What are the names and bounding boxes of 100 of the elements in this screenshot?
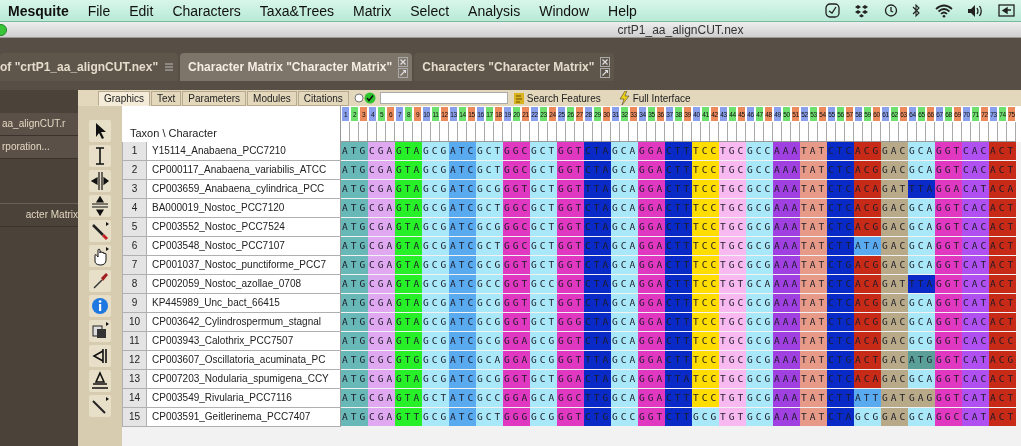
codon-cell[interactable]: TCC (692, 275, 719, 293)
codon-cell[interactable]: TGC (719, 332, 746, 350)
codon-cell[interactable]: GCA (908, 161, 935, 179)
codon-cell[interactable]: TCC (692, 142, 719, 160)
taxon-name[interactable]: BA000019_Nostoc_PCC7120 (147, 199, 341, 218)
codon-cell[interactable]: ATC (449, 237, 476, 255)
codon-cell[interactable]: GGT (935, 218, 962, 236)
codon-cell[interactable]: GGT (557, 142, 584, 160)
codon-cell[interactable]: GCA (611, 142, 638, 160)
codon-cell[interactable]: GTA (395, 218, 422, 236)
codon-cell[interactable]: GGT (557, 332, 584, 350)
search-features-link[interactable]: Search Features (526, 92, 601, 104)
codon-cell[interactable]: CAT (962, 408, 989, 426)
codon-cell[interactable]: GCG (422, 161, 449, 179)
codon-cell[interactable]: GGT (557, 256, 584, 274)
row-number[interactable]: 3 (122, 180, 147, 199)
codon-cell[interactable]: GGT (935, 256, 962, 274)
codon-cell[interactable]: GCG (422, 294, 449, 312)
codon-cell[interactable]: GTT (395, 408, 422, 426)
codon-cell[interactable]: GCA (611, 199, 638, 217)
codon-cell[interactable]: GCG (746, 351, 773, 369)
codon-cell[interactable]: ATG (341, 142, 368, 160)
codon-cell[interactable]: TCC (692, 161, 719, 179)
codon-cell[interactable]: ATG (341, 199, 368, 217)
codon-cell[interactable]: TAT (800, 237, 827, 255)
codon-cell[interactable]: GGT (557, 275, 584, 293)
menu-item[interactable]: Analysis (468, 2, 521, 19)
row-number[interactable]: 11 (122, 332, 147, 351)
codon-cell[interactable]: CAT (962, 256, 989, 274)
codon-cell[interactable]: GGA (557, 370, 584, 388)
codon-cell[interactable]: GCA (611, 351, 638, 369)
codon-cell[interactable]: ATG (341, 275, 368, 293)
codon-cell[interactable]: GAC (881, 313, 908, 331)
codon-cell[interactable]: GTA (395, 370, 422, 388)
codon-cell[interactable]: GCG (422, 218, 449, 236)
codon-cell[interactable]: GCT (530, 218, 557, 236)
codon-cell[interactable]: GCG (746, 256, 773, 274)
codon-cell[interactable]: GGT (557, 237, 584, 255)
close-icon[interactable] (600, 56, 611, 67)
codon-cell[interactable]: GCG (746, 370, 773, 388)
codon-cell[interactable]: CAC (962, 199, 989, 217)
codon-cell[interactable]: GGG (503, 408, 530, 426)
codon-cell[interactable]: GGC (557, 389, 584, 407)
codon-cell[interactable]: GCG (530, 351, 557, 369)
codon-cell[interactable]: CGA (368, 275, 395, 293)
codon-cell[interactable]: GCA (611, 256, 638, 274)
codon-cell[interactable]: GCG (476, 218, 503, 236)
codon-cell[interactable]: GCT (530, 256, 557, 274)
codon-cell[interactable]: TGC (719, 256, 746, 274)
codon-cell[interactable]: GCA (611, 294, 638, 312)
codon-cell[interactable]: GGT (935, 275, 962, 293)
row-number[interactable]: 12 (122, 351, 147, 370)
codon-cell[interactable]: GGT (503, 294, 530, 312)
codon-cell[interactable]: GAC (881, 370, 908, 388)
codon-cell[interactable]: CGA (368, 180, 395, 198)
diamonds-icon[interactable] (854, 3, 869, 18)
codon-cell[interactable]: CGA (368, 161, 395, 179)
taxon-name[interactable]: CP003549_Rivularia_PCC7116 (147, 389, 341, 408)
codon-cell[interactable]: GCT (476, 408, 503, 426)
taxon-name[interactable]: CP003591_Geitlerinema_PCC7407 (147, 408, 341, 427)
codon-cell[interactable]: CAC (962, 142, 989, 160)
text-cursor-icon[interactable] (89, 145, 111, 167)
bluetooth-icon[interactable] (912, 3, 921, 18)
hand-icon[interactable] (89, 245, 111, 267)
codon-cell[interactable]: TCC (692, 218, 719, 236)
close-icon[interactable] (398, 56, 409, 67)
app-menu[interactable]: Mesquite (8, 2, 69, 19)
codon-cell[interactable]: TAT (800, 161, 827, 179)
taxon-name[interactable]: CP003642_Cylindrospermum_stagnal (147, 313, 341, 332)
codon-cell[interactable]: GGA (503, 332, 530, 350)
codon-cell[interactable]: TAT (800, 180, 827, 198)
codon-cell[interactable]: GCG (422, 142, 449, 160)
codon-cell[interactable]: GTA (395, 180, 422, 198)
codon-cell[interactable]: GTA (395, 389, 422, 407)
codon-cell[interactable]: GGA (638, 142, 665, 160)
row-number[interactable]: 2 (122, 161, 147, 180)
taxon-name[interactable]: CP003607_Oscillatoria_acuminata_PC (147, 351, 341, 370)
codon-cell[interactable]: GCA (908, 142, 935, 160)
codon-cell[interactable]: GGT (503, 370, 530, 388)
check-circle-icon[interactable] (363, 92, 376, 104)
codon-cell[interactable]: GCG (746, 408, 773, 426)
codon-cell[interactable]: GCG (476, 313, 503, 331)
codon-cell[interactable]: GCA (611, 332, 638, 350)
codon-cell[interactable]: GAC (881, 256, 908, 274)
codon-cell[interactable]: TAT (800, 332, 827, 350)
codon-cell[interactable]: ATG (341, 218, 368, 236)
row-number[interactable]: 1 (122, 142, 147, 161)
codon-cell[interactable]: ATC (449, 389, 476, 407)
row-number[interactable]: 7 (122, 256, 147, 275)
codon-cell[interactable]: ATG (341, 294, 368, 312)
view-tab[interactable]: Text (151, 90, 182, 106)
codon-cell[interactable]: GTA (395, 294, 422, 312)
display-icon[interactable] (998, 4, 1015, 17)
codon-cell[interactable]: ATG (341, 180, 368, 198)
codon-cell[interactable]: GCG (422, 256, 449, 274)
codon-cell[interactable]: CAC (962, 218, 989, 236)
taxon-name[interactable]: CP000117_Anabaena_variabilis_ATCC (147, 161, 341, 180)
codon-cell[interactable]: TGC (719, 370, 746, 388)
codon-cell[interactable]: GGT (935, 370, 962, 388)
row-number[interactable]: 13 (122, 370, 147, 389)
